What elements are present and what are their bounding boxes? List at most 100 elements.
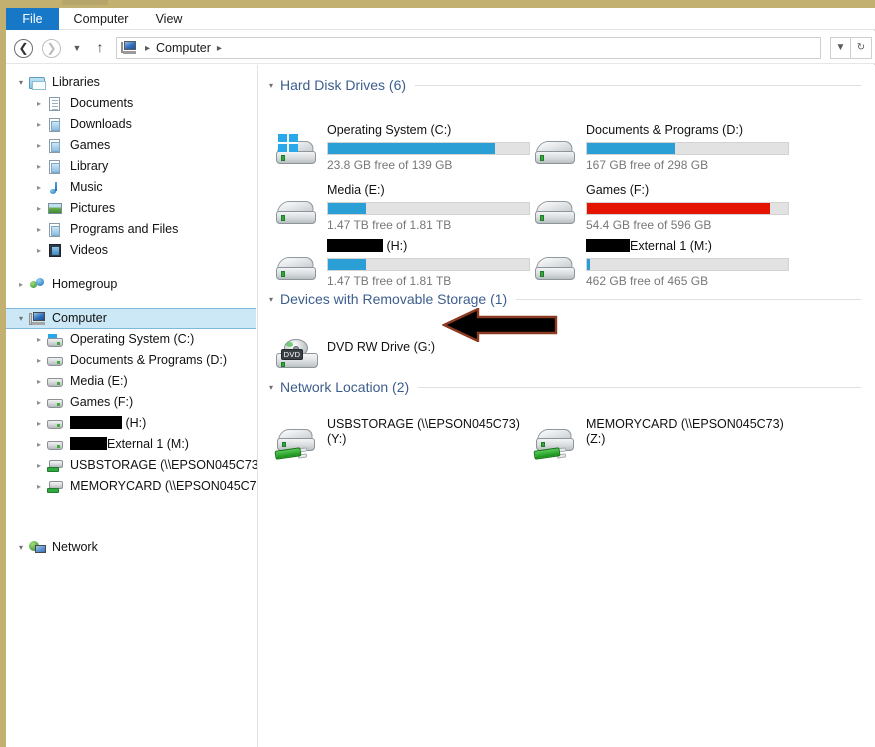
sidebar-item-label: Documents & Programs (D:)	[70, 353, 227, 367]
sidebar-item-label: Programs and Files	[70, 222, 179, 236]
expander-icon[interactable]: ▸	[32, 392, 46, 413]
tab-file[interactable]: File	[6, 8, 59, 30]
expander-icon[interactable]: ▸	[32, 135, 46, 156]
chevron-down-icon[interactable]: ▼	[830, 37, 851, 59]
drive-icon	[532, 189, 580, 233]
sidebar-item-drive-d[interactable]: ▸ Documents & Programs (D:)	[6, 350, 257, 371]
sidebar-item-drive-c[interactable]: ▸ Operating System (C:)	[6, 329, 257, 350]
expander-icon[interactable]: ▸	[14, 274, 28, 295]
drive-tile-e[interactable]: Media (E:) 1.47 TB free of 1.81 TB	[273, 183, 535, 239]
capacity-bar	[586, 202, 789, 215]
drive-icon	[532, 129, 580, 173]
expander-icon[interactable]: ▸	[32, 240, 46, 261]
capacity-fill	[587, 143, 676, 154]
network-tile-y[interactable]: USBSTORAGE (\\EPSON045C73) (Y:)	[273, 417, 535, 473]
redaction-bar	[327, 239, 383, 252]
music-library-icon	[46, 180, 65, 196]
sidebar-item-label: Games	[70, 138, 111, 152]
expander-icon[interactable]: ▸	[32, 455, 46, 476]
expander-icon[interactable]: ▾	[264, 383, 278, 392]
sidebar-item-games[interactable]: ▸ Games	[6, 135, 257, 156]
sidebar-item-pictures[interactable]: ▸ Pictures	[6, 198, 257, 219]
drive-tile-m[interactable]: External 1 (M:) 462 GB free of 465 GB	[532, 239, 794, 295]
expander-icon[interactable]: ▸	[32, 114, 46, 135]
navigation-pane[interactable]: ▾ Libraries ▸ Documents ▸ Downloads ▸ Ga…	[6, 65, 258, 747]
breadcrumb-separator-end[interactable]: ▸	[211, 43, 228, 54]
expander-icon[interactable]: ▸	[32, 219, 46, 240]
expander-icon[interactable]: ▸	[32, 177, 46, 198]
tab-view[interactable]: View	[145, 8, 193, 30]
sidebar-item-label: Videos	[70, 243, 108, 257]
navigation-tree: ▾ Libraries ▸ Documents ▸ Downloads ▸ Ga…	[6, 65, 257, 558]
sidebar-item-drive-f[interactable]: ▸ Games (F:)	[6, 392, 257, 413]
drive-icon	[46, 437, 65, 453]
expander-icon[interactable]: ▸	[32, 329, 46, 350]
breadcrumb[interactable]: ▸ Computer ▸	[116, 37, 821, 59]
section-rule	[516, 298, 861, 300]
sidebar-item-programs-and-files[interactable]: ▸ Programs and Files	[6, 219, 257, 240]
sidebar-item-downloads[interactable]: ▸ Downloads	[6, 114, 257, 135]
capacity-fill	[587, 203, 770, 214]
drive-icon	[46, 353, 65, 369]
expander-icon[interactable]: ▾	[14, 308, 28, 329]
recent-locations-button[interactable]: ▼	[69, 40, 85, 56]
drive-tile-h[interactable]: (H:) 1.47 TB free of 1.81 TB	[273, 239, 535, 295]
expander-icon[interactable]: ▸	[32, 350, 46, 371]
sidebar-item-drive-e[interactable]: ▸ Media (E:)	[6, 371, 257, 392]
expander-icon[interactable]: ▸	[32, 476, 46, 497]
sidebar-item-drive-y[interactable]: ▸ USBSTORAGE (\\EPSON045C73) (Y:)	[6, 455, 257, 476]
expander-icon[interactable]: ▸	[32, 93, 46, 114]
sidebar-item-label: (H:)	[70, 413, 146, 434]
redaction-bar	[586, 239, 630, 252]
drive-name: (H:)	[327, 239, 407, 253]
section-title: Network Location (2)	[280, 379, 410, 395]
section-header-removable-storage[interactable]: ▾ Devices with Removable Storage (1)	[259, 291, 875, 307]
expander-icon[interactable]: ▸	[32, 156, 46, 177]
drive-icon	[46, 416, 65, 432]
sidebar-item-label: Homegroup	[52, 277, 118, 291]
sidebar-item-homegroup[interactable]: ▸ Homegroup	[6, 274, 257, 295]
sidebar-item-drive-h[interactable]: ▸ (H:)	[6, 413, 257, 434]
forward-button[interactable]: ❯	[42, 39, 61, 58]
sidebar-item-documents[interactable]: ▸ Documents	[6, 93, 257, 114]
address-bar-actions: ▼ ↻	[830, 37, 872, 59]
expander-icon[interactable]: ▸	[32, 434, 46, 455]
capacity-fill	[328, 203, 367, 214]
sidebar-item-label: Pictures	[70, 201, 116, 215]
computer-icon	[28, 311, 47, 327]
sidebar-item-music[interactable]: ▸ Music	[6, 177, 257, 198]
sidebar-item-videos[interactable]: ▸ Videos	[6, 240, 257, 261]
drive-tile-f[interactable]: Games (F:) 54.4 GB free of 596 GB	[532, 183, 794, 239]
breadcrumb-item-computer[interactable]: Computer	[156, 41, 211, 55]
sidebar-item-drive-m[interactable]: ▸ External 1 (M:)	[6, 434, 257, 455]
drive-name: DVD RW Drive (G:)	[327, 340, 436, 354]
expander-icon[interactable]: ▾	[264, 295, 278, 304]
refresh-icon[interactable]: ↻	[851, 37, 872, 59]
up-button[interactable]: ↑	[91, 38, 109, 57]
tab-computer[interactable]: Computer	[63, 8, 139, 30]
sidebar-item-library[interactable]: ▸ Library	[6, 156, 257, 177]
sidebar-item-computer[interactable]: ▾ Computer	[6, 308, 256, 329]
network-drive-name: MEMORYCARD (\\EPSON045C73) (Z:)	[586, 417, 784, 446]
free-space-text: 23.8 GB free of 139 GB	[327, 158, 453, 172]
free-space-text: 54.4 GB free of 596 GB	[586, 218, 712, 232]
expander-icon[interactable]: ▸	[32, 198, 46, 219]
network-tile-z[interactable]: MEMORYCARD (\\EPSON045C73) (Z:)	[532, 417, 794, 473]
drive-tile-d[interactable]: Documents & Programs (D:) 167 GB free of…	[532, 123, 794, 179]
drive-tile-c[interactable]: Operating System (C:) 23.8 GB free of 13…	[273, 123, 535, 179]
sidebar-item-network[interactable]: ▾ Network	[6, 537, 257, 558]
expander-icon[interactable]: ▾	[264, 81, 278, 90]
expander-icon[interactable]: ▸	[32, 371, 46, 392]
sidebar-item-drive-z[interactable]: ▸ MEMORYCARD (\\EPSON045C73) (Z:)	[6, 476, 257, 497]
drive-icon	[46, 395, 65, 411]
sidebar-item-libraries[interactable]: ▾ Libraries	[6, 72, 257, 93]
section-rule	[418, 386, 861, 388]
section-header-hard-disk-drives[interactable]: ▾ Hard Disk Drives (6)	[259, 77, 875, 93]
section-header-network-location[interactable]: ▾ Network Location (2)	[259, 379, 875, 395]
expander-icon[interactable]: ▸	[32, 413, 46, 434]
back-button[interactable]: ❮	[14, 39, 33, 58]
expander-icon[interactable]: ▾	[14, 537, 28, 558]
expander-icon[interactable]: ▾	[14, 72, 28, 93]
drive-name: Media (E:)	[327, 183, 385, 197]
content-pane[interactable]: ▾ Hard Disk Drives (6) Operating System …	[259, 65, 875, 747]
